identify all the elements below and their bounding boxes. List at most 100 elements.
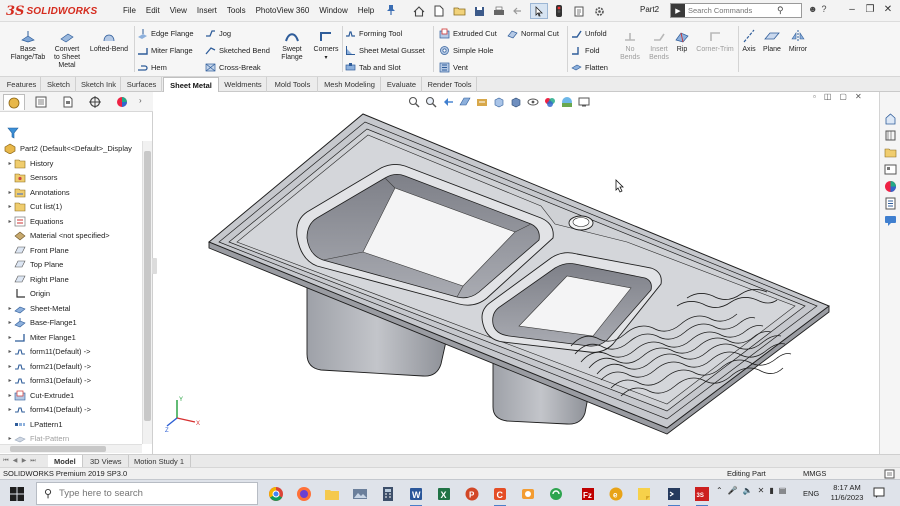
tab-evaluate[interactable]: Evaluate [382,77,422,92]
tree-item-top-plane[interactable]: Top Plane [0,257,142,271]
shell-app-icon[interactable] [664,484,684,506]
status-bar-options-icon[interactable] [884,469,895,479]
edge-flange-button[interactable]: Edge Flange [137,26,194,40]
menu-tools[interactable]: Tools [222,5,251,17]
expand-arrow-icon[interactable]: ▸ [6,363,14,370]
jog-button[interactable]: Jog [205,26,231,40]
tree-item-form11[interactable]: ▸ form11(Default) -> [0,344,142,358]
tab-sketch-ink[interactable]: Sketch Ink [77,77,121,92]
word-app-icon[interactable]: W [406,484,426,506]
edge-app-icon[interactable]: e [606,484,626,504]
tree-item-origin[interactable]: Origin [0,286,142,300]
excel-app-icon[interactable]: X [434,484,454,504]
configuration-manager-tab-icon[interactable] [57,94,79,110]
solidworks-resources-icon[interactable] [884,112,897,125]
axis-button[interactable]: Axis [740,29,758,54]
menu-insert[interactable]: Insert [192,5,222,17]
corners-button[interactable]: Corners ▾ [310,29,342,62]
tab-surfaces[interactable]: Surfaces [122,77,162,92]
menu-photoview[interactable]: PhotoView 360 [251,5,315,17]
tree-root-part[interactable]: Part2 (Default<<Default>_Display [0,141,142,155]
file-explorer-app-icon[interactable] [322,484,342,504]
no-bends-button[interactable]: No Bends [618,29,642,62]
tree-item-miter-flange[interactable]: ▸ Miter Flange1 [0,330,142,344]
dimxpert-manager-tab-icon[interactable] [84,94,106,110]
unit-system[interactable]: MMGS [803,469,826,479]
feature-tree-horizontal-scrollbar[interactable] [0,444,142,453]
sticky-notes-app-icon[interactable] [634,484,654,504]
custom-properties-icon[interactable] [884,197,897,210]
restore-icon[interactable]: ❐ [864,3,876,17]
normal-cut-button[interactable]: Normal Cut [507,26,559,40]
solidworks-app-icon[interactable]: 3S [692,484,712,506]
tree-item-form41[interactable]: ▸ form41(Default) -> [0,402,142,416]
property-manager-tab-icon[interactable] [30,94,52,110]
powerpoint-app-icon[interactable]: P [462,484,482,504]
scrollbar-thumb[interactable] [144,151,151,421]
sink-3d-model[interactable] [157,92,879,454]
miter-flange-button[interactable]: Miter Flange [137,43,193,57]
tree-item-form31[interactable]: ▸ form31(Default) -> [0,373,142,387]
pin-icon[interactable] [386,4,396,16]
network-icon[interactable]: ▤ [779,486,787,495]
options-gear-icon[interactable] [590,3,608,19]
expand-arrow-icon[interactable]: ▸ [6,218,14,225]
photos-app-icon[interactable] [350,484,370,504]
expand-arrow-icon[interactable]: ▸ [6,334,14,341]
expand-arrow-icon[interactable]: ▸ [6,406,14,413]
tree-item-front-plane[interactable]: Front Plane [0,243,142,257]
cross-break-button[interactable]: Cross-Break [205,60,261,74]
menu-window[interactable]: Window [314,5,352,17]
minimize-icon[interactable]: – [846,3,858,17]
tree-item-flat-pattern[interactable]: ▸ Flat-Pattern [0,431,142,444]
rip-button[interactable]: Rip [672,29,692,54]
file-properties-icon[interactable] [570,3,588,19]
scrollbar-thumb[interactable] [10,446,106,452]
battery-icon[interactable]: ▮ [769,486,773,495]
filter-icon[interactable] [7,127,19,139]
design-library-icon[interactable] [884,129,897,142]
tree-item-right-plane[interactable]: Right Plane [0,272,142,286]
expand-arrow-icon[interactable]: ▸ [6,305,14,312]
vent-button[interactable]: Vent [439,60,468,74]
traffic-light-icon[interactable] [550,3,568,19]
tree-item-lpattern[interactable]: LPattern1 [0,417,142,431]
windows-start-icon[interactable] [9,486,25,502]
tree-item-base-flange[interactable]: ▸ Base-Flange1 [0,315,142,329]
mute-icon[interactable]: ✕ [758,486,765,495]
tab-render-tools[interactable]: Render Tools [423,77,477,92]
previous-tab-icon[interactable]: ◀ [11,457,19,466]
swept-flange-button[interactable]: Swept Flange [276,29,308,62]
tabs-scroll-right-icon[interactable]: › [139,96,142,105]
tree-item-cut-list[interactable]: ▸ Cut list(1) [0,199,142,213]
tree-item-sheet-metal[interactable]: ▸ Sheet-Metal [0,301,142,315]
first-tab-icon[interactable]: ⏮ [2,457,10,466]
search-commands[interactable]: ▶ ⚲ [670,3,802,18]
convert-to-sheet-metal-button[interactable]: Convert to Sheet Metal [50,29,84,70]
simple-hole-button[interactable]: Simple Hole [439,43,493,57]
expand-arrow-icon[interactable]: ▸ [6,392,14,399]
sketched-bend-button[interactable]: Sketched Bend [205,43,270,57]
print-icon[interactable] [490,3,508,19]
extruded-cut-button[interactable]: Extruded Cut [439,26,497,40]
close-icon[interactable]: ✕ [882,3,894,17]
sheet-metal-gusset-button[interactable]: Sheet Metal Gusset [345,43,425,57]
expand-arrow-icon[interactable]: ▸ [6,348,14,355]
tab-sheet-metal[interactable]: Sheet Metal [163,77,219,92]
firefox-app-icon[interactable] [294,484,314,504]
insert-bends-button[interactable]: Insert Bends [645,29,673,62]
unfold-button[interactable]: Unfold [571,26,607,40]
input-language[interactable]: ENG [803,489,819,498]
tab-and-slot-button[interactable]: Tab and Slot [345,60,401,74]
solidworks-logo[interactable]: 3S SOLIDWORKS [6,3,97,19]
fold-button[interactable]: Fold [571,43,600,57]
appearances-scenes-icon[interactable] [884,180,897,193]
settings-sync-app-icon[interactable] [546,484,566,504]
graphics-area[interactable]: ▫ ◫ ▢ ✕ Y X Z [157,92,879,454]
expand-arrow-icon[interactable]: ▸ [6,377,14,384]
tree-item-form21[interactable]: ▸ form21(Default) -> [0,359,142,373]
mirror-button[interactable]: Mirror [785,29,811,54]
tree-item-cut-extrude[interactable]: ▸ Cut-Extrude1 [0,388,142,402]
filezilla-app-icon[interactable]: Fz [578,484,598,504]
last-tab-icon[interactable]: ⏭ [29,457,37,466]
